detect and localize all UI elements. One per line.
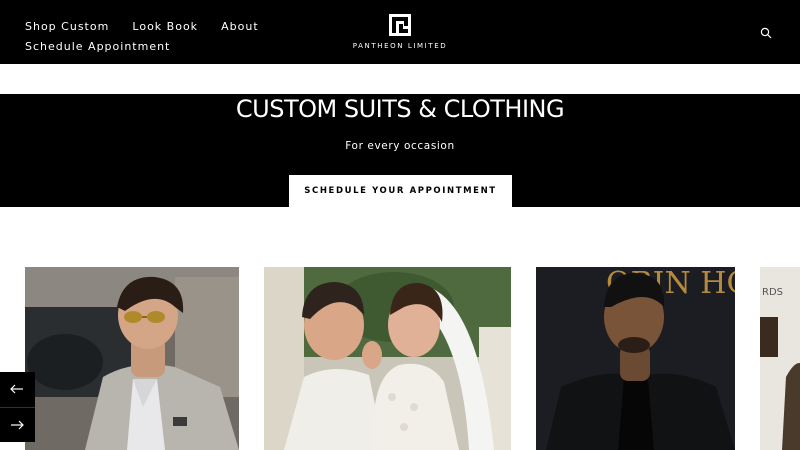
brand-logo[interactable]: PANTHEON LIMITED bbox=[340, 14, 460, 50]
man-at-awards-image: RDS bbox=[760, 267, 800, 450]
groom-and-bride-image bbox=[264, 267, 511, 450]
nav-schedule-appointment[interactable]: Schedule Appointment bbox=[25, 38, 170, 55]
site-header: Shop Custom Look Book About Schedule App… bbox=[0, 0, 800, 64]
lookbook-card-black-suit[interactable]: OBIN HOOD bbox=[536, 267, 735, 450]
schedule-appointment-button[interactable]: SCHEDULE YOUR APPOINTMENT bbox=[289, 175, 512, 207]
hero-banner: CUSTOM SUITS & CLOTHING For every occasi… bbox=[0, 94, 800, 207]
nav-shop-custom[interactable]: Shop Custom bbox=[25, 18, 109, 35]
brand-name: PANTHEON LIMITED bbox=[352, 42, 448, 50]
lookbook-card-wedding[interactable] bbox=[264, 267, 511, 450]
nav-look-book[interactable]: Look Book bbox=[132, 18, 198, 35]
lookbook-card-awards[interactable]: RDS bbox=[760, 267, 800, 450]
man-in-black-suit-image: OBIN HOOD bbox=[536, 267, 735, 450]
main-nav: Shop Custom Look Book About Schedule App… bbox=[25, 15, 285, 55]
nav-about[interactable]: About bbox=[221, 18, 259, 35]
carousel-prev-button[interactable] bbox=[0, 372, 35, 407]
hero-subtitle: For every occasion bbox=[345, 140, 455, 152]
pantheon-logo-icon bbox=[389, 14, 411, 36]
carousel-next-button[interactable] bbox=[0, 407, 35, 442]
lookbook-card-grey-suit[interactable] bbox=[25, 267, 239, 450]
arrow-left-icon bbox=[10, 384, 23, 394]
awards-backdrop-text: RDS bbox=[762, 287, 783, 298]
search-icon[interactable] bbox=[760, 24, 776, 40]
arrow-right-icon bbox=[11, 420, 24, 430]
hero-title: CUSTOM SUITS & CLOTHING bbox=[235, 95, 565, 123]
man-in-grey-suit-image bbox=[25, 267, 239, 450]
